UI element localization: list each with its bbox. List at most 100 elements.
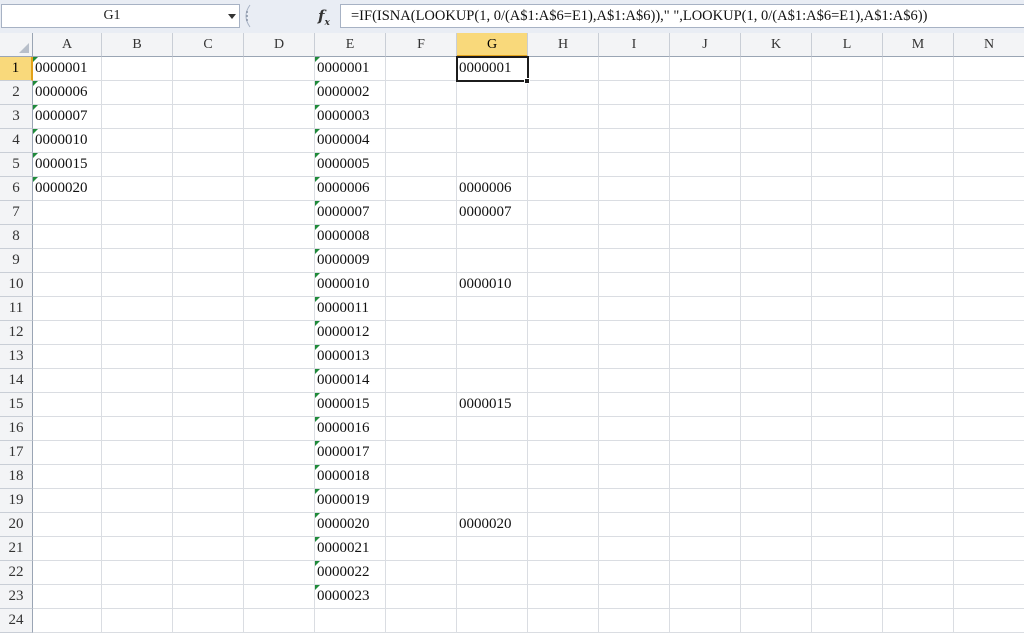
error-indicator-icon[interactable] [315,489,320,494]
cell-a3[interactable]: 0000007 [33,105,101,128]
error-indicator-icon[interactable] [315,537,320,542]
error-indicator-icon[interactable] [33,177,38,182]
column-header-b[interactable]: B [102,33,173,57]
row-header-21[interactable]: 21 [0,537,33,561]
row-header-12[interactable]: 12 [0,321,33,345]
cell-e18[interactable]: 0000018 [315,465,385,488]
cell-e14[interactable]: 0000014 [315,369,385,392]
error-indicator-icon[interactable] [315,249,320,254]
error-indicator-icon[interactable] [315,297,320,302]
column-header-e[interactable]: E [315,33,386,57]
row-header-13[interactable]: 13 [0,345,33,369]
error-indicator-icon[interactable] [315,153,320,158]
cell-e19[interactable]: 0000019 [315,489,385,512]
error-indicator-icon[interactable] [315,177,320,182]
error-indicator-icon[interactable] [315,465,320,470]
cell-e16[interactable]: 0000016 [315,417,385,440]
row-header-2[interactable]: 2 [0,81,33,105]
error-indicator-icon[interactable] [315,513,320,518]
column-header-h[interactable]: H [528,33,599,57]
cell-e2[interactable]: 0000002 [315,81,385,104]
error-indicator-icon[interactable] [315,129,320,134]
row-header-5[interactable]: 5 [0,153,33,177]
column-header-f[interactable]: F [386,33,457,57]
column-header-n[interactable]: N [954,33,1024,57]
column-header-g[interactable]: G [457,33,528,57]
cell-e7[interactable]: 0000007 [315,201,385,224]
cell-e6[interactable]: 0000006 [315,177,385,200]
formula-input[interactable]: =IF(ISNA(LOOKUP(1, 0/(A$1:A$6=E1),A$1:A$… [340,4,1024,28]
cell-e17[interactable]: 0000017 [315,441,385,464]
row-header-23[interactable]: 23 [0,585,33,609]
error-indicator-icon[interactable] [315,417,320,422]
cell-e15[interactable]: 0000015 [315,393,385,416]
row-header-19[interactable]: 19 [0,489,33,513]
error-indicator-icon[interactable] [315,369,320,374]
row-header-17[interactable]: 17 [0,441,33,465]
cell-a5[interactable]: 0000015 [33,153,101,176]
name-box[interactable]: G1 [1,4,240,28]
error-indicator-icon[interactable] [315,393,320,398]
error-indicator-icon[interactable] [315,345,320,350]
error-indicator-icon[interactable] [33,81,38,86]
row-header-9[interactable]: 9 [0,249,33,273]
row-header-4[interactable]: 4 [0,129,33,153]
error-indicator-icon[interactable] [33,57,38,62]
row-header-7[interactable]: 7 [0,201,33,225]
error-indicator-icon[interactable] [315,561,320,566]
column-header-j[interactable]: J [670,33,741,57]
column-header-m[interactable]: M [883,33,954,57]
cell-e23[interactable]: 0000023 [315,585,385,608]
row-header-6[interactable]: 6 [0,177,33,201]
cell-a2[interactable]: 0000006 [33,81,101,104]
error-indicator-icon[interactable] [33,129,38,134]
cell-e5[interactable]: 0000005 [315,153,385,176]
cell-e11[interactable]: 0000011 [315,297,385,320]
cell-g20[interactable]: 0000020 [457,513,527,536]
error-indicator-icon[interactable] [315,105,320,110]
cell-g6[interactable]: 0000006 [457,177,527,200]
cell-e4[interactable]: 0000004 [315,129,385,152]
resize-handle-icon[interactable] [240,4,254,28]
select-all-corner[interactable] [0,33,33,57]
row-header-8[interactable]: 8 [0,225,33,249]
row-header-24[interactable]: 24 [0,609,33,633]
cell-e13[interactable]: 0000013 [315,345,385,368]
chevron-down-icon[interactable] [228,14,236,19]
row-header-15[interactable]: 15 [0,393,33,417]
column-header-d[interactable]: D [244,33,315,57]
cell-e9[interactable]: 0000009 [315,249,385,272]
error-indicator-icon[interactable] [315,441,320,446]
cell-g7[interactable]: 0000007 [457,201,527,224]
cell-a4[interactable]: 0000010 [33,129,101,152]
error-indicator-icon[interactable] [315,321,320,326]
cell-g15[interactable]: 0000015 [457,393,527,416]
column-header-c[interactable]: C [173,33,244,57]
error-indicator-icon[interactable] [315,201,320,206]
cell-e8[interactable]: 0000008 [315,225,385,248]
row-header-16[interactable]: 16 [0,417,33,441]
error-indicator-icon[interactable] [315,585,320,590]
cell-g10[interactable]: 0000010 [457,273,527,296]
error-indicator-icon[interactable] [315,273,320,278]
row-header-14[interactable]: 14 [0,369,33,393]
cell-a1[interactable]: 0000001 [33,57,101,80]
row-header-11[interactable]: 11 [0,297,33,321]
cell-a6[interactable]: 0000020 [33,177,101,200]
column-header-i[interactable]: I [599,33,670,57]
row-header-1[interactable]: 1 [0,57,33,81]
cell-e22[interactable]: 0000022 [315,561,385,584]
column-header-k[interactable]: K [741,33,812,57]
cell-e12[interactable]: 0000012 [315,321,385,344]
row-header-20[interactable]: 20 [0,513,33,537]
error-indicator-icon[interactable] [315,81,320,86]
row-header-22[interactable]: 22 [0,561,33,585]
cell-e20[interactable]: 0000020 [315,513,385,536]
fill-handle[interactable] [524,78,530,84]
cell-e21[interactable]: 0000021 [315,537,385,560]
error-indicator-icon[interactable] [33,153,38,158]
insert-function-icon[interactable]: fx [318,7,330,28]
error-indicator-icon[interactable] [315,57,320,62]
cell-e1[interactable]: 0000001 [315,57,385,80]
cell-e10[interactable]: 0000010 [315,273,385,296]
